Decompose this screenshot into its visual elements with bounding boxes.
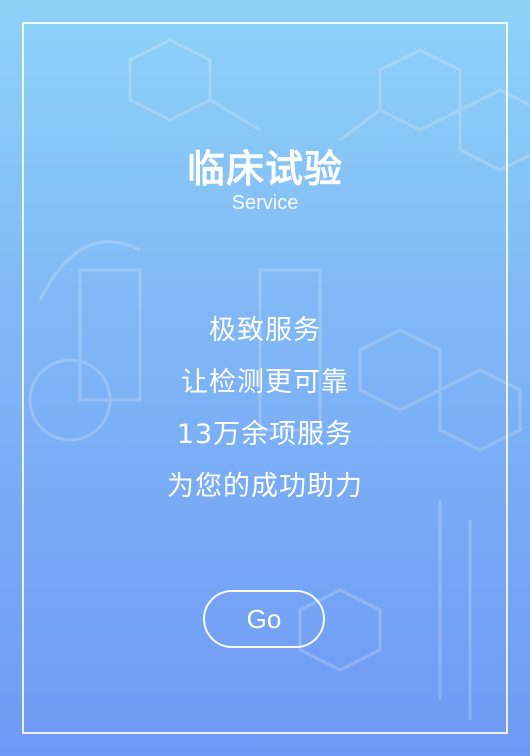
tagline-item: 为您的成功助力 xyxy=(167,471,363,502)
service-card: 临床试验 Service 极致服务 让检测更可靠 13万余项服务 为您的成功助力… xyxy=(0,0,530,756)
tagline-item: 让检测更可靠 xyxy=(181,367,349,398)
page-subtitle: Service xyxy=(231,192,299,214)
tagline-list: 极致服务 让检测更可靠 13万余项服务 为您的成功助力 xyxy=(0,305,530,513)
tagline-item: 13万余项服务 xyxy=(176,419,354,450)
tagline-item: 极致服务 xyxy=(209,315,321,346)
go-button[interactable]: Go xyxy=(203,590,325,648)
page-title: 临床试验 xyxy=(186,147,343,191)
